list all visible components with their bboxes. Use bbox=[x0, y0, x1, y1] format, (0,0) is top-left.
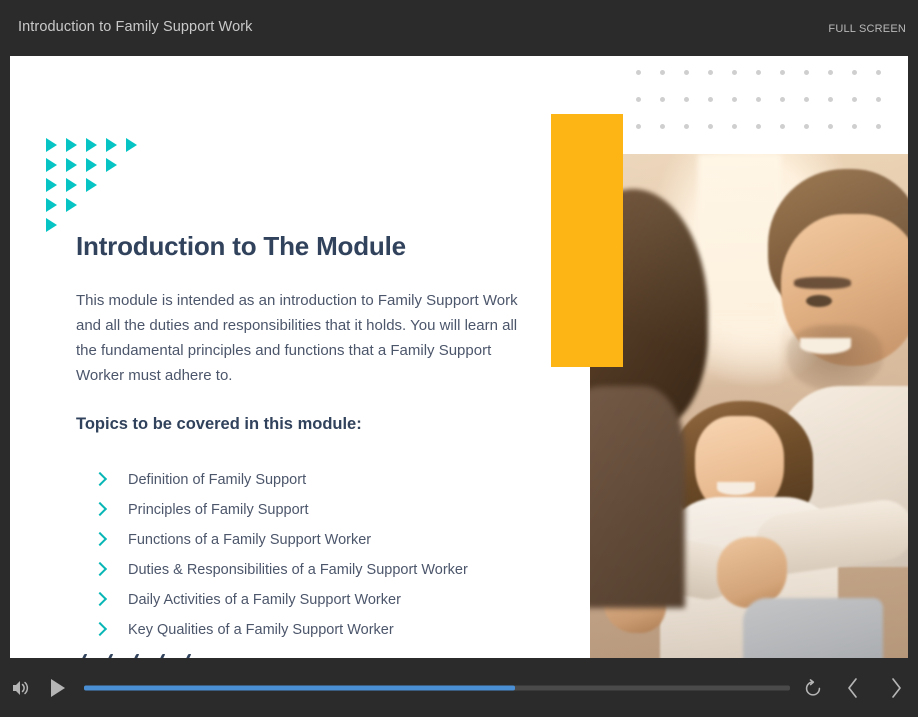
grid-dot bbox=[684, 97, 689, 102]
grid-dot bbox=[684, 124, 689, 129]
grid-dot bbox=[636, 70, 641, 75]
triangle-icon bbox=[66, 178, 77, 192]
triangle-icon bbox=[66, 138, 77, 152]
grid-dot bbox=[756, 70, 761, 75]
grid-dot bbox=[684, 70, 689, 75]
play-button[interactable] bbox=[48, 677, 68, 699]
grid-dot bbox=[708, 70, 713, 75]
progress-bar[interactable] bbox=[84, 685, 790, 690]
chevron-right-icon bbox=[94, 503, 107, 516]
grid-dot bbox=[852, 70, 857, 75]
grid-dot bbox=[876, 124, 881, 129]
triangle-icon bbox=[46, 178, 57, 192]
topic-label: Key Qualities of a Family Support Worker bbox=[128, 622, 394, 638]
grid-dot bbox=[660, 70, 665, 75]
triangle-icon bbox=[46, 158, 57, 172]
grid-dot bbox=[660, 97, 665, 102]
grid-dot bbox=[732, 70, 737, 75]
triangle-stack-decoration bbox=[46, 138, 156, 238]
triangle-icon bbox=[86, 158, 97, 172]
dot-grid-decoration bbox=[636, 70, 886, 146]
triangle-icon bbox=[126, 138, 137, 152]
grid-dot bbox=[708, 97, 713, 102]
course-player: Introduction to Family Support Work FULL… bbox=[0, 0, 918, 717]
intro-paragraph: This module is intended as an introducti… bbox=[76, 292, 518, 384]
topic-label: Daily Activities of a Family Support Wor… bbox=[128, 592, 401, 608]
topic-list-item: Functions of a Family Support Worker bbox=[94, 525, 554, 555]
triangle-icon bbox=[86, 138, 97, 152]
topic-label: Functions of a Family Support Worker bbox=[128, 532, 372, 548]
page-title: Introduction to The Module bbox=[76, 231, 406, 261]
player-control-bar bbox=[0, 658, 918, 717]
grid-dot bbox=[636, 97, 641, 102]
replay-icon[interactable] bbox=[802, 677, 824, 699]
triangle-icon bbox=[66, 158, 77, 172]
grid-dot bbox=[780, 70, 785, 75]
topic-list-item: Daily Activities of a Family Support Wor… bbox=[94, 585, 554, 615]
chevron-right-icon bbox=[94, 533, 107, 546]
chevron-right-icon bbox=[94, 593, 107, 606]
triangle-icon bbox=[66, 198, 77, 212]
grid-dot bbox=[732, 124, 737, 129]
slide-canvas: Introduction to The Module This module i… bbox=[10, 56, 908, 658]
grid-dot bbox=[660, 124, 665, 129]
topic-list-item: Definition of Family Support bbox=[94, 465, 554, 495]
triangle-icon bbox=[106, 138, 117, 152]
fullscreen-button[interactable]: FULL SCREEN bbox=[828, 23, 906, 35]
topics-list: Definition of Family Support Principles o… bbox=[94, 465, 554, 645]
player-top-bar: Introduction to Family Support Work FULL… bbox=[0, 0, 918, 56]
grid-dot bbox=[828, 124, 833, 129]
grid-dot bbox=[828, 70, 833, 75]
grid-dot bbox=[828, 97, 833, 102]
grid-dot bbox=[756, 124, 761, 129]
chevron-right-icon bbox=[94, 473, 107, 486]
grid-dot bbox=[852, 97, 857, 102]
grid-dot bbox=[852, 124, 857, 129]
grid-dot bbox=[780, 97, 785, 102]
yellow-accent-block bbox=[551, 114, 623, 367]
grid-dot bbox=[804, 97, 809, 102]
progress-fill bbox=[84, 685, 515, 690]
triangle-icon bbox=[86, 178, 97, 192]
topic-label: Duties & Responsibilities of a Family Su… bbox=[128, 562, 468, 578]
topic-list-item: Key Qualities of a Family Support Worker bbox=[94, 615, 554, 645]
topic-list-item: Principles of Family Support bbox=[94, 495, 554, 525]
triangle-icon bbox=[46, 198, 57, 212]
chevron-right-icon bbox=[94, 623, 107, 636]
topics-heading: Topics to be covered in this module: bbox=[76, 415, 362, 433]
grid-dot bbox=[636, 124, 641, 129]
triangle-icon bbox=[46, 138, 57, 152]
course-title: Introduction to Family Support Work bbox=[18, 19, 253, 35]
topic-list-item: Duties & Responsibilities of a Family Su… bbox=[94, 555, 554, 585]
grid-dot bbox=[756, 97, 761, 102]
grid-dot bbox=[804, 124, 809, 129]
chevron-left-icon[interactable] bbox=[843, 676, 863, 700]
grid-dot bbox=[804, 70, 809, 75]
grid-dot bbox=[876, 70, 881, 75]
volume-icon[interactable] bbox=[9, 676, 33, 700]
grid-dot bbox=[708, 124, 713, 129]
chevron-right-icon[interactable] bbox=[886, 676, 906, 700]
triangle-icon bbox=[106, 158, 117, 172]
chevron-right-icon bbox=[94, 563, 107, 576]
topic-label: Definition of Family Support bbox=[128, 472, 307, 488]
family-photo bbox=[590, 154, 908, 658]
grid-dot bbox=[732, 97, 737, 102]
grid-dot bbox=[780, 124, 785, 129]
topic-label: Principles of Family Support bbox=[128, 502, 309, 518]
grid-dot bbox=[876, 97, 881, 102]
triangle-icon bbox=[46, 218, 57, 232]
